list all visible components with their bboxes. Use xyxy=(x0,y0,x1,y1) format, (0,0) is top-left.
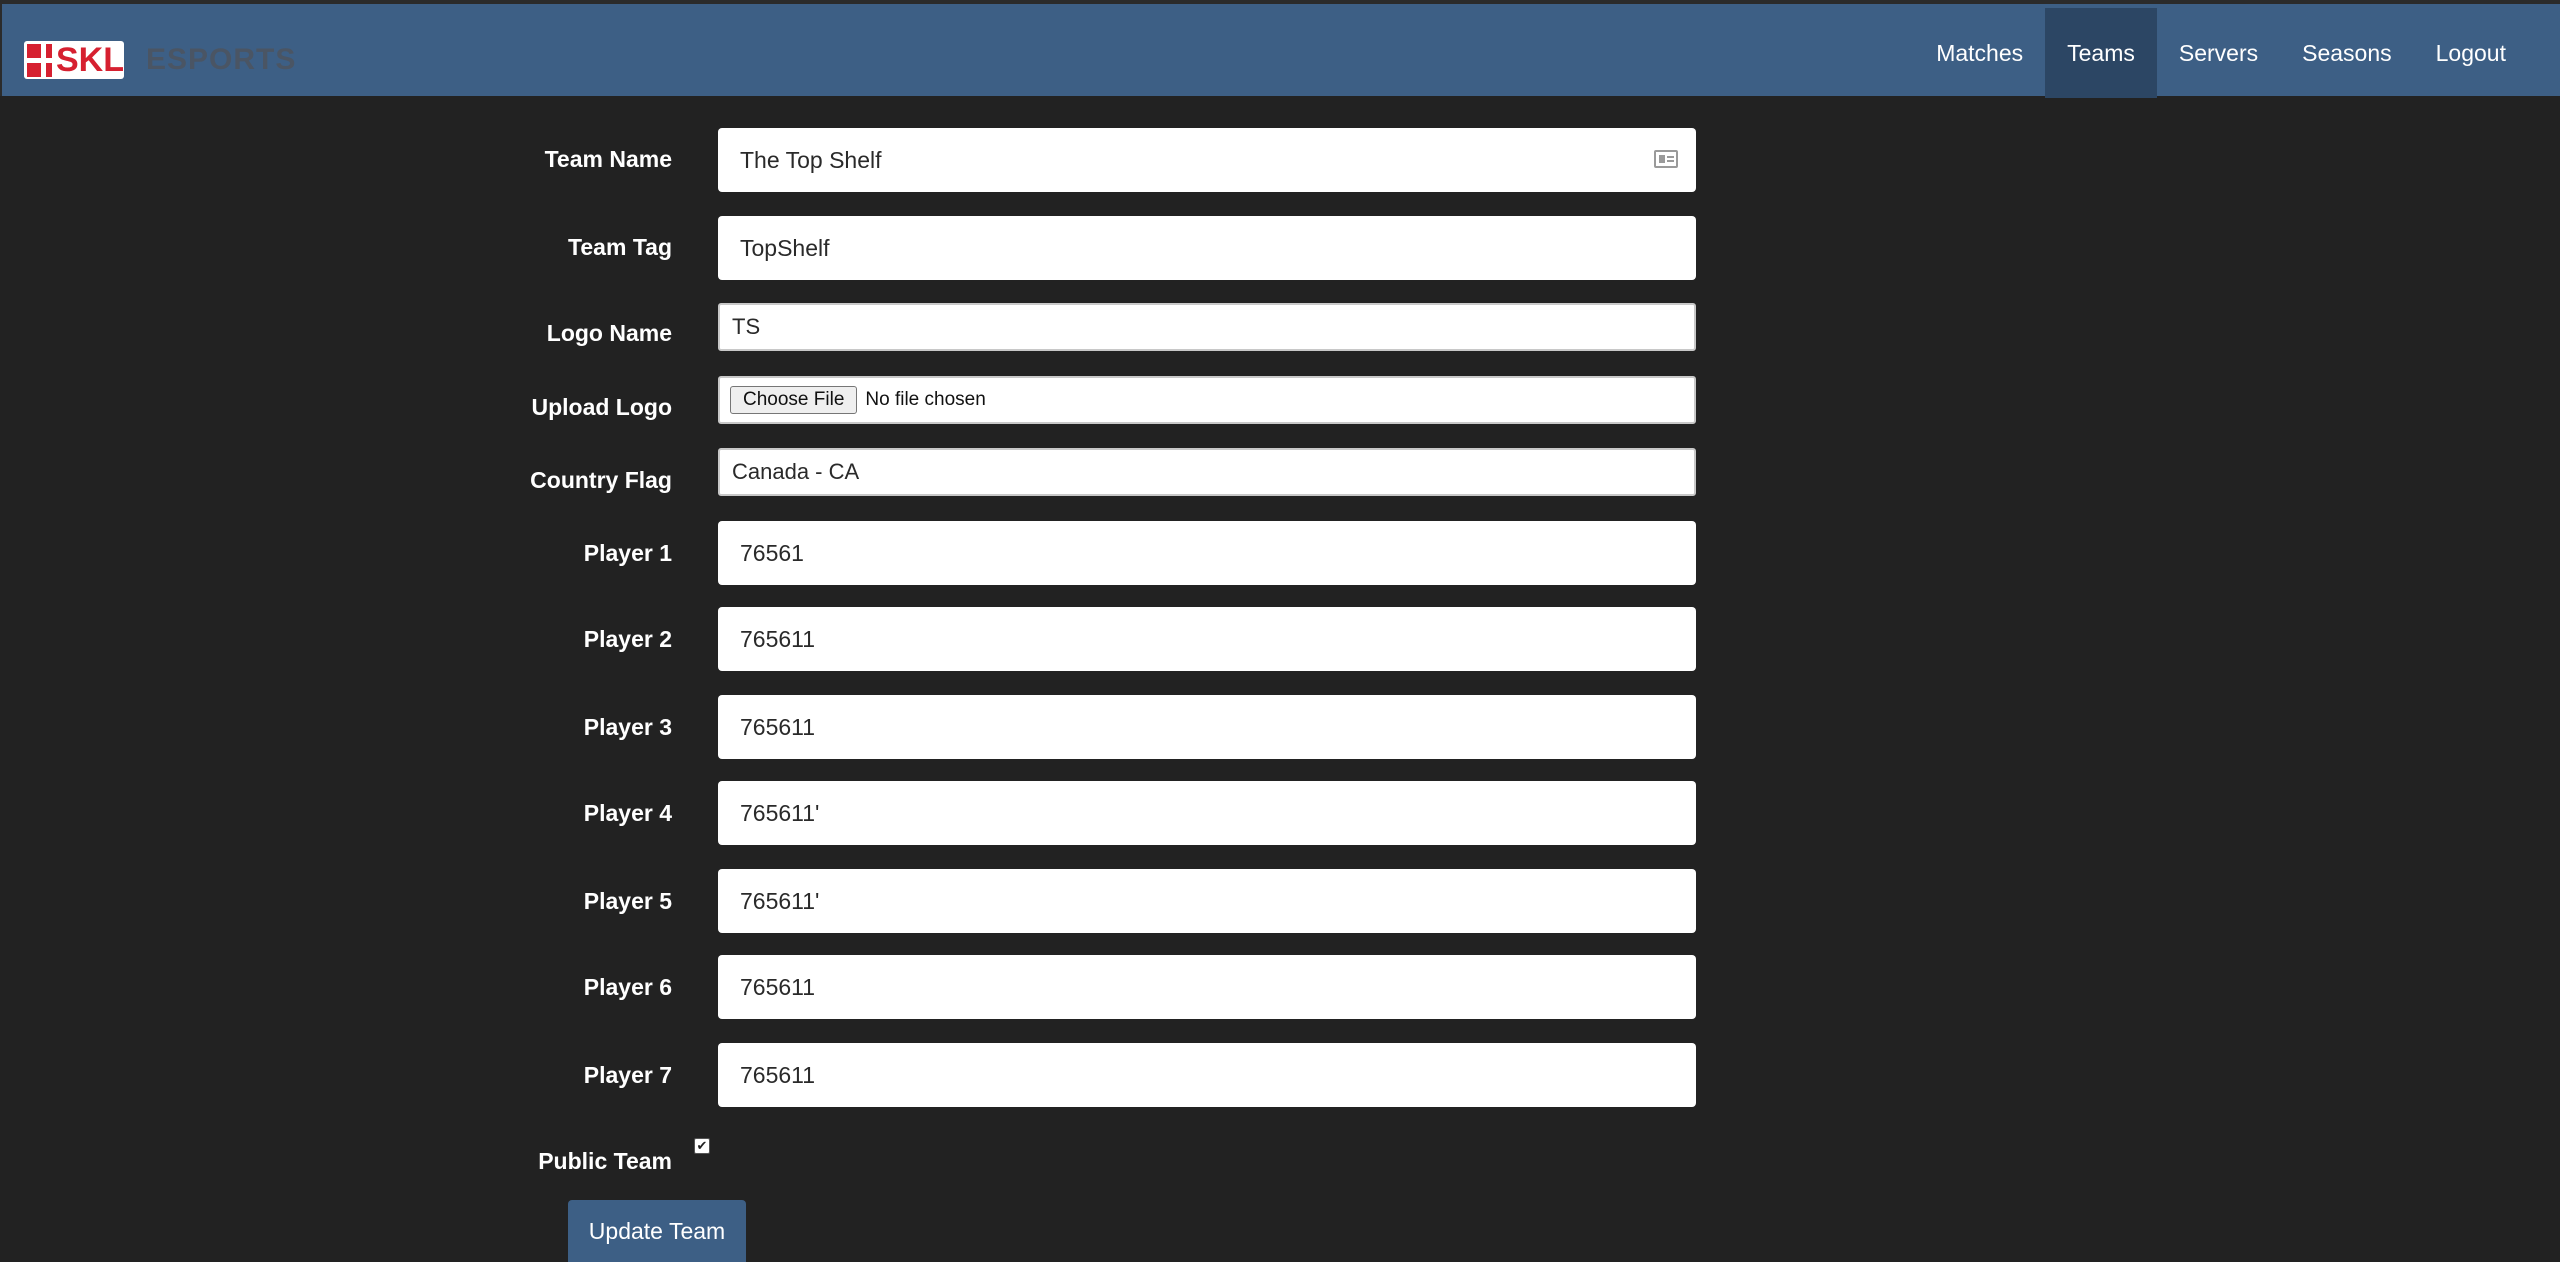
team-tag-input[interactable]: TopShelf xyxy=(718,216,1696,280)
choose-file-button[interactable]: Choose File xyxy=(730,386,858,414)
cross-flag-icon xyxy=(27,43,60,77)
team-tag-label: Team Tag xyxy=(568,234,672,260)
brand[interactable]: SKL ESPORTS xyxy=(24,40,296,80)
logo-name-select[interactable]: TS xyxy=(718,303,1696,351)
player-2-label: Player 2 xyxy=(583,626,672,652)
skl-logo: SKL xyxy=(24,41,124,79)
nav-menu: Matches Teams Servers Seasons Logout xyxy=(1914,8,2528,98)
player-1-input[interactable]: 76561 xyxy=(718,521,1696,585)
player-3-label: Player 3 xyxy=(583,714,672,740)
player-1-value: 76561 xyxy=(740,539,804,566)
player-4-label: Player 4 xyxy=(583,800,672,826)
nav-item-teams[interactable]: Teams xyxy=(2045,8,2157,98)
team-tag-value: TopShelf xyxy=(740,234,830,261)
player-2-input[interactable]: 765611 xyxy=(718,607,1696,671)
player-7-value: 765611 xyxy=(740,1061,816,1088)
player-7-label: Player 7 xyxy=(583,1062,672,1088)
nav-item-logout[interactable]: Logout xyxy=(2414,8,2528,98)
upload-logo-field: Choose File No file chosen xyxy=(718,376,1696,424)
team-name-value: The Top Shelf xyxy=(740,146,882,173)
team-name-label: Team Name xyxy=(544,146,672,172)
nav-item-matches[interactable]: Matches xyxy=(1914,8,2045,98)
player-5-label: Player 5 xyxy=(583,888,672,914)
player-3-value: 765611 xyxy=(740,713,816,740)
team-name-input[interactable]: The Top Shelf xyxy=(718,128,1696,192)
player-2-value: 765611 xyxy=(740,625,816,652)
public-team-checkbox[interactable]: ✔ xyxy=(694,1138,710,1154)
player-6-value: 765611 xyxy=(740,973,816,1000)
update-team-button[interactable]: Update Team xyxy=(568,1200,746,1262)
player-5-value: 765611' xyxy=(740,887,820,914)
player-7-input[interactable]: 765611 xyxy=(718,1043,1696,1107)
file-status: No file chosen xyxy=(865,389,986,410)
player-6-input[interactable]: 765611 xyxy=(718,955,1696,1019)
player-1-label: Player 1 xyxy=(583,540,672,566)
country-flag-select[interactable]: Canada - CA xyxy=(718,448,1696,496)
player-3-input[interactable]: 765611 xyxy=(718,695,1696,759)
country-flag-value: Canada - CA xyxy=(732,459,860,484)
logo-name-value: TS xyxy=(732,314,761,339)
upload-logo-label: Upload Logo xyxy=(531,394,672,420)
player-4-value: 765611' xyxy=(740,799,820,826)
brand-subtitle: ESPORTS xyxy=(146,43,297,76)
nav-item-seasons[interactable]: Seasons xyxy=(2280,8,2414,98)
nav-item-servers[interactable]: Servers xyxy=(2157,8,2280,98)
logo-name-label: Logo Name xyxy=(546,320,672,346)
contact-card-icon[interactable] xyxy=(1654,150,1678,168)
country-flag-label: Country Flag xyxy=(530,467,672,493)
navbar: SKL ESPORTS Matches Teams Servers Season… xyxy=(0,0,2560,98)
public-team-label: Public Team xyxy=(538,1148,672,1174)
player-6-label: Player 6 xyxy=(583,974,672,1000)
player-4-input[interactable]: 765611' xyxy=(718,781,1696,845)
player-5-input[interactable]: 765611' xyxy=(718,869,1696,933)
logo-text: SKL xyxy=(56,41,124,79)
